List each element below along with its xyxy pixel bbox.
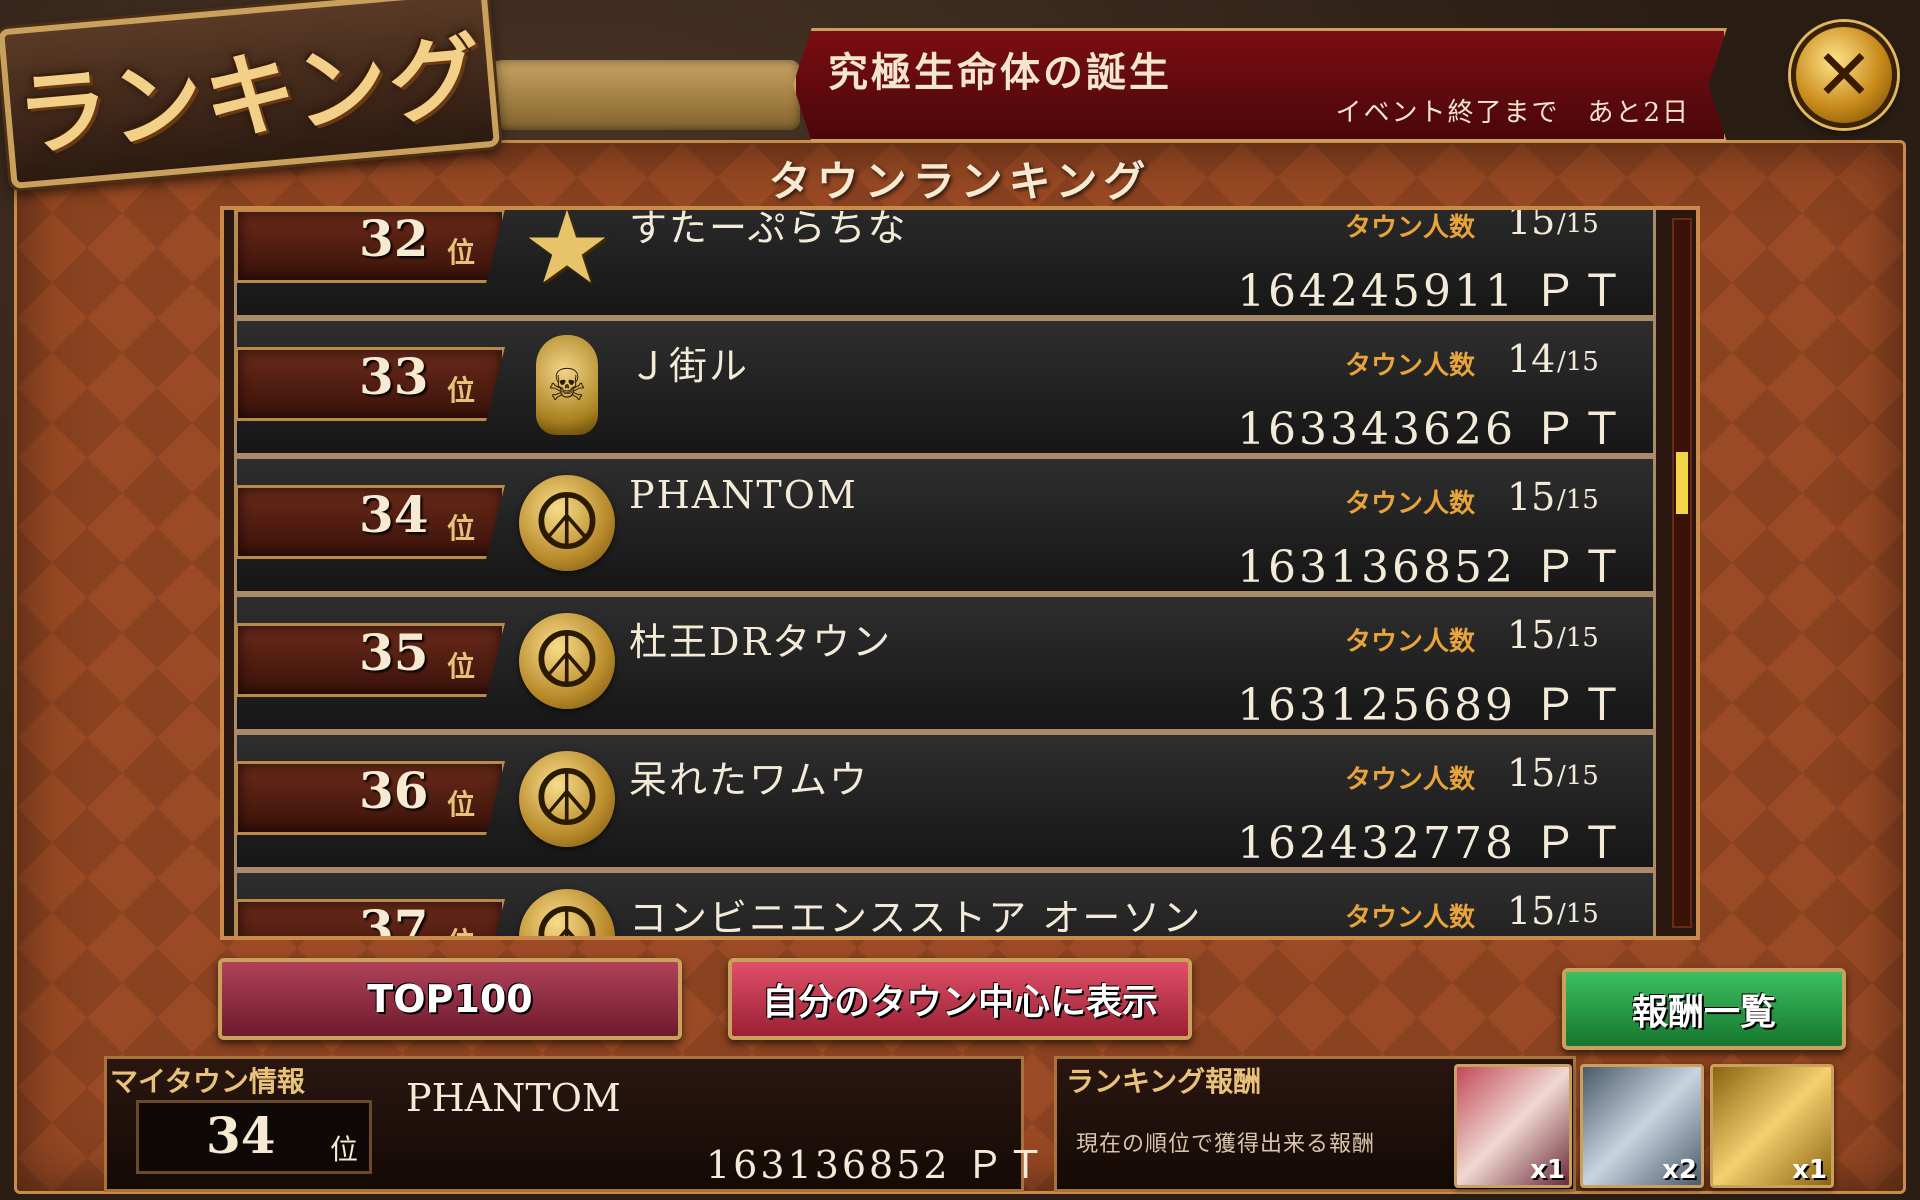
members-label: タウン人数 <box>1345 765 1476 795</box>
peace-icon: ☮ <box>517 611 617 711</box>
ranking-reward-label: ランキング報酬 <box>1066 1065 1262 1098</box>
top100-button[interactable]: TOP100 <box>218 958 682 1040</box>
peace-icon: ☮ <box>517 887 617 936</box>
ranking-row[interactable]: 33 位 ☠ Ｊ街ル タウン人数 14/15 163343626 ＰＴ <box>234 318 1656 456</box>
town-points: 163125689 ＰＴ <box>1237 680 1627 731</box>
ranking-list-inner: 32 位 ★ すたーぷらちな タウン人数 15/15 164245911 ＰＴ 33 位 ☠ Ｊ街ル… <box>224 206 1664 940</box>
scroll-thumb[interactable] <box>1676 452 1688 514</box>
my-town-rank-suffix: 位 <box>330 1133 359 1166</box>
rank-suffix: 位 <box>447 921 475 936</box>
rank-suffix: 位 <box>447 788 476 821</box>
rank-suffix: 位 <box>447 236 476 269</box>
star-icon: ★ <box>522 206 612 306</box>
rank-number: 33 <box>359 347 429 406</box>
event-title: 究極生命体の誕生 <box>828 49 1172 96</box>
reward-silver-ticket-icon[interactable]: x2 <box>1580 1064 1704 1188</box>
town-name: コンビニエンスストア オーソン <box>629 896 1203 940</box>
members-label: タウン人数 <box>1345 213 1476 243</box>
ranking-reward-description: 現在の順位で獲得出来る報酬 <box>1076 1132 1376 1157</box>
reward-list-button[interactable]: 報酬一覧 <box>1562 968 1846 1050</box>
members-count: 15 <box>1507 613 1556 657</box>
reward-gold-ticket-icon[interactable]: x1 <box>1710 1064 1834 1188</box>
members-max: /15 <box>1557 485 1599 515</box>
rank-suffix: 位 <box>447 512 476 545</box>
reward-qty: x2 <box>1662 1155 1697 1185</box>
reward-qty: x1 <box>1792 1155 1827 1185</box>
members-label: タウン人数 <box>1345 627 1476 657</box>
ranking-row[interactable]: 36 位 ☮ 呆れたワムウ タウン人数 15/15 162432778 ＰＴ <box>234 732 1656 870</box>
ranking-row[interactable]: 37 位 ☮ コンビニエンスストア オーソン タウン人数 15/15 <box>234 870 1656 940</box>
my-town-rank: 34 <box>206 1106 276 1165</box>
town-name: Ｊ街ル <box>629 344 750 388</box>
members-label: タウン人数 <box>1345 903 1476 933</box>
members-max: /15 <box>1557 209 1599 239</box>
my-town-label: マイタウン情報 <box>110 1065 305 1098</box>
town-points: 163136852 ＰＴ <box>1237 542 1627 593</box>
rank-suffix: 位 <box>447 374 476 407</box>
town-name: PHANTOM <box>629 473 858 517</box>
reward-card-icon[interactable]: x1 <box>1454 1064 1572 1188</box>
section-title: タウンランキング <box>768 157 1152 206</box>
rank-number: 34 <box>359 485 429 544</box>
scrollbar[interactable] <box>1672 218 1692 928</box>
town-points: 164245911 ＰＴ <box>1237 266 1627 317</box>
town-name: すたーぷらちな <box>629 206 908 250</box>
ranking-row[interactable]: 34 位 ☮ PHANTOM タウン人数 15/15 163136852 ＰＴ <box>234 456 1656 594</box>
members-max: /15 <box>1557 899 1599 929</box>
ranking-row[interactable]: 32 位 ★ すたーぷらちな タウン人数 15/15 164245911 ＰＴ <box>234 206 1656 318</box>
ranking-list[interactable]: 32 位 ★ すたーぷらちな タウン人数 15/15 164245911 ＰＴ 33 位 ☠ Ｊ街ル… <box>220 206 1700 940</box>
chain-decoration <box>470 60 800 130</box>
members-count: 15 <box>1507 475 1556 519</box>
members-max: /15 <box>1557 623 1599 653</box>
rank-number: 35 <box>359 623 429 682</box>
members-label: タウン人数 <box>1345 351 1476 381</box>
rank-number: 36 <box>359 761 429 820</box>
members-count: 15 <box>1507 889 1556 933</box>
members-max: /15 <box>1557 347 1599 377</box>
rank-suffix: 位 <box>447 650 476 683</box>
ranking-row[interactable]: 35 位 ☮ 杜王DRタウン タウン人数 15/15 163125689 ＰＴ <box>234 594 1656 732</box>
reward-qty: x1 <box>1530 1155 1565 1185</box>
town-name: 杜王DRタウン <box>629 620 893 664</box>
town-name: 呆れたワムウ <box>629 758 870 802</box>
members-count: 14 <box>1507 337 1556 381</box>
peace-icon: ☮ <box>517 473 617 573</box>
rank-number: 32 <box>359 209 429 268</box>
my-town-points: 163136852 ＰＴ <box>706 1143 1048 1187</box>
members-count: 15 <box>1507 751 1556 795</box>
members-max: /15 <box>1557 761 1599 791</box>
skull-icon: ☠ <box>517 335 617 435</box>
town-points: 163343626 ＰＴ <box>1237 404 1627 455</box>
members-count: 15 <box>1507 206 1556 243</box>
members-label: タウン人数 <box>1345 489 1476 519</box>
event-remaining-time: イベント終了まで あと2日 <box>1335 98 1690 128</box>
rank-number: 37 <box>359 899 429 940</box>
my-town-center-button[interactable]: 自分のタウン中心に表示 <box>728 958 1192 1040</box>
close-icon: ✕ <box>1814 34 1874 116</box>
town-points: 162432778 ＰＴ <box>1237 818 1627 869</box>
my-town-name: PHANTOM <box>406 1076 621 1120</box>
peace-icon: ☮ <box>517 749 617 849</box>
close-button[interactable]: ✕ <box>1791 22 1897 128</box>
